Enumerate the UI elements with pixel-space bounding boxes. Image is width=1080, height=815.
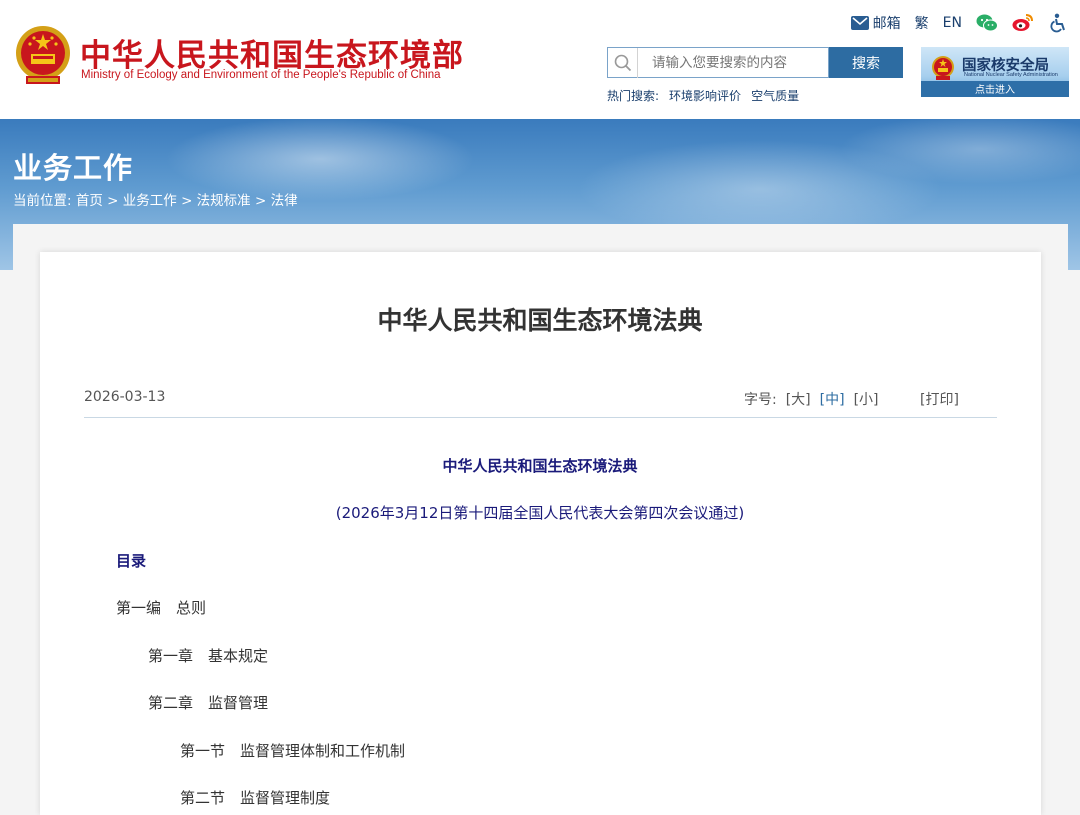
national-emblem-icon (932, 56, 954, 80)
mail-icon (850, 16, 869, 30)
breadcrumb-law[interactable]: 法律 (271, 193, 298, 209)
mail-link-label: 邮箱 (872, 16, 901, 32)
english-link[interactable]: EN (943, 15, 962, 31)
breadcrumb-regulations[interactable]: 法规标准 (197, 193, 251, 209)
font-size-large[interactable]: [大] (786, 389, 811, 409)
search-icon[interactable] (608, 47, 638, 78)
search-button[interactable]: 搜索 (829, 47, 903, 78)
font-size-controls: 字号: [大] [中] [小] (744, 389, 879, 409)
section-title: 业务工作 (13, 151, 134, 185)
nnsa-enter: 点击进入 (921, 81, 1069, 96)
hot-search-keyword[interactable]: 空气质量 (751, 87, 799, 104)
toc-item: 第二章 监督管理 (148, 694, 269, 712)
hot-search-keyword[interactable]: 环境影响评价 (669, 87, 741, 104)
toc-item: 第一编 总则 (116, 599, 207, 617)
site-name-en[interactable]: Ministry of Ecology and Environment of t… (81, 69, 441, 81)
accessibility-icon[interactable] (1048, 13, 1068, 33)
nnsa-banner-link[interactable]: 国家核安全局 National Nuclear Safety Administr… (921, 47, 1069, 97)
font-size-small[interactable]: [小] (854, 389, 879, 409)
site-header: 中华人民共和国生态环境部 Ministry of Ecology and Env… (0, 0, 1080, 119)
toc-title: 目录 (116, 552, 147, 570)
toc-item: 第二节 监督管理制度 (180, 789, 331, 807)
toc-item: 第一章 基本规定 (148, 647, 269, 665)
publish-date: 2026-03-13 (84, 389, 166, 405)
traditional-chinese-label: 繁 (914, 16, 929, 32)
breadcrumb-business[interactable]: 业务工作 (123, 193, 177, 209)
font-size-label: 字号: (744, 392, 777, 408)
article-meta: 2026-03-13 字号: [大] [中] [小] [打印] (84, 388, 997, 418)
law-title: 中华人民共和国生态环境法典 (442, 457, 638, 475)
weibo-icon[interactable] (1012, 13, 1034, 33)
font-size-medium[interactable]: [中] (820, 389, 845, 409)
breadcrumb: 当前位置: 首页 > 业务工作 > 法规标准 > 法律 (13, 189, 298, 209)
national-emblem-logo[interactable] (14, 24, 72, 86)
top-links: 邮箱 繁 EN (850, 10, 1068, 36)
breadcrumb-separator: > (107, 193, 119, 209)
article-title: 中华人民共和国生态环境法典 (377, 306, 703, 335)
wechat-icon[interactable] (976, 13, 998, 33)
law-subtitle: (2026年3月12日第十四届全国人民代表大会第四次会议通过) (335, 504, 745, 522)
english-label: EN (942, 15, 962, 31)
breadcrumb-separator: > (181, 193, 193, 209)
breadcrumb-home[interactable]: 首页 (76, 193, 103, 209)
hot-search: 热门搜索: 环境影响评价 空气质量 (607, 87, 799, 104)
breadcrumb-separator: > (254, 193, 267, 209)
search-input[interactable] (638, 48, 828, 77)
nnsa-subtitle: National Nuclear Safety Administration (964, 72, 1058, 78)
traditional-chinese-link[interactable]: 繁 (915, 13, 929, 33)
print-button[interactable]: [打印] (920, 389, 959, 409)
search-box (607, 47, 829, 78)
toc-item: 第一节 监督管理体制和工作机制 (180, 742, 406, 760)
hot-search-label: 热门搜索: (607, 89, 660, 103)
mail-link[interactable]: 邮箱 (850, 13, 901, 33)
breadcrumb-label: 当前位置: (13, 193, 72, 209)
